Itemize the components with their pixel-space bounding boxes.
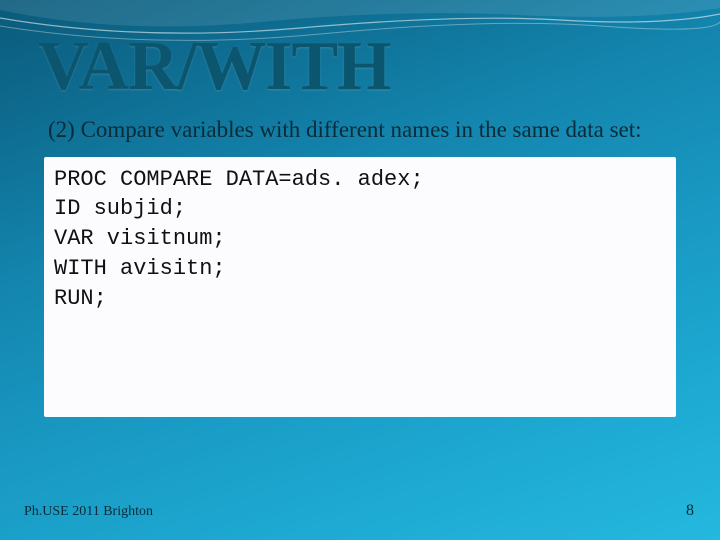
code-line: VAR visitnum; <box>54 224 666 254</box>
slide-content: VAR/WITH (2) Compare variables with diff… <box>38 32 682 417</box>
code-box: PROC COMPARE DATA=ads. adex; ID subjid; … <box>44 157 676 417</box>
code-line: RUN; <box>54 284 666 314</box>
code-line: PROC COMPARE DATA=ads. adex; <box>54 165 666 195</box>
code-line: ID subjid; <box>54 194 666 224</box>
slide-subtitle: (2) Compare variables with different nam… <box>48 116 648 145</box>
code-line: WITH avisitn; <box>54 254 666 284</box>
slide-title: VAR/WITH <box>38 32 682 102</box>
footer-left: Ph.USE 2011 Brighton <box>24 504 153 520</box>
slide-number: 8 <box>686 502 694 520</box>
